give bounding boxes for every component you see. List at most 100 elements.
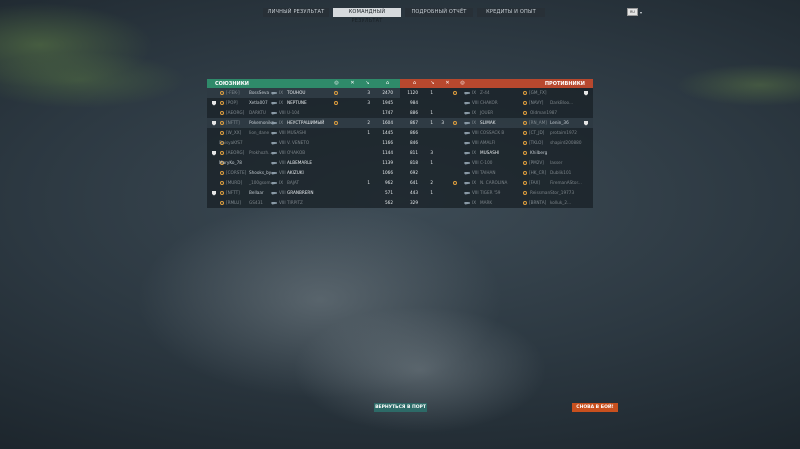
- planes-count: 2: [367, 120, 370, 125]
- flag-icon: RU: [627, 8, 638, 16]
- ship-name: COSSACK B: [480, 130, 505, 135]
- ally-row[interactable]: [NFTT] Bellaar VIII GRANBRERN 571: [207, 188, 400, 198]
- rank-badge-icon: [220, 120, 224, 125]
- enemy-row[interactable]: 811 3 IX MUSASHI Khilberg: [400, 148, 593, 158]
- planes-count: 3: [367, 90, 370, 95]
- ship-name: U-104: [287, 110, 300, 115]
- xp-value: 1144: [382, 150, 393, 155]
- enemy-row[interactable]: 692 VIII TAIHAN [HK_CR] Dublik101: [400, 168, 593, 178]
- achievement-icon: [453, 90, 457, 95]
- ship-class-icon: [271, 91, 277, 95]
- language-selector[interactable]: RU ▾: [627, 8, 642, 16]
- ally-row[interactable]: [CORSTE] Shooks_by VIII AKIZUKI 1066: [207, 168, 400, 178]
- ship-class-icon: [464, 201, 470, 205]
- ship-tier: VIII: [279, 200, 286, 205]
- ship-tier: VIII: [279, 190, 286, 195]
- player-name: DarkBloo...: [550, 100, 574, 105]
- xp-value: 846: [410, 140, 418, 145]
- ship-class-icon: [271, 201, 277, 205]
- tab-credits-xp[interactable]: КРЕДИТЫ И ОПЫТ: [477, 8, 545, 17]
- enemy-row[interactable]: 846 VIII AMALFI [TKLO] shapird200880: [400, 138, 593, 148]
- ship-class-icon: [271, 131, 277, 135]
- xp-value: 866: [410, 130, 418, 135]
- ship-tier: IX: [472, 90, 477, 95]
- enemies-title: ПРОТИВНИКИ: [544, 80, 585, 87]
- xp-value: 443: [410, 190, 418, 195]
- ally-row[interactable]: [AEORG] Prokhozh... VIII ОЧАКОВ 1144: [207, 148, 400, 158]
- rank-badge-icon: [523, 90, 527, 95]
- player-clan: [RMLU]: [226, 200, 241, 205]
- ship-tier: IX: [472, 120, 477, 125]
- tab-team-result[interactable]: КОМАНДНЫЙ РЕЗУЛЬТАТ: [333, 8, 401, 24]
- rank-badge-icon: [523, 180, 527, 185]
- player-clan: [NFTT]: [226, 120, 240, 125]
- ship-tier: IX: [279, 180, 284, 185]
- ally-row[interactable]: DaisyaKfS7 VIII V. VENETO 1166: [207, 138, 400, 148]
- player-name: DARKTU: [249, 110, 266, 115]
- enemy-row[interactable]: 866 VIII COSSACK B [CT_JD] protaim1972: [400, 128, 593, 138]
- ship-name: JOUER: [480, 110, 494, 115]
- enemy-row[interactable]: 818 1 VIII C-100 [PM2V] Iasser: [400, 158, 593, 168]
- medal-icon: [212, 190, 216, 196]
- allies-header: СОЮЗНИКИ: [207, 79, 400, 88]
- player-clan: [NFTT]: [226, 190, 240, 195]
- ship-class-icon: [464, 181, 470, 185]
- enemy-row[interactable]: 1120 1 IX Z-44 [GM_FX]: [400, 88, 593, 98]
- ship-class-icon: [464, 111, 470, 115]
- player-clan: [HK_CR]: [529, 170, 547, 175]
- enemy-row[interactable]: 329 IX MARK [BRNTA] kolluk_2...: [400, 198, 593, 208]
- ally-row[interactable]: [MURD] _100gsom... IX BAJAT 1 962: [207, 178, 400, 188]
- ship-name: MUSASHI: [287, 130, 307, 135]
- medal-icon: [212, 150, 216, 156]
- player-name: BossSeva: [249, 90, 270, 95]
- ship-tier: IX: [279, 100, 284, 105]
- planes-count: 3: [430, 150, 433, 155]
- tab-personal-result[interactable]: ЛИЧНЫЙ РЕЗУЛЬТАТ: [263, 8, 329, 17]
- enemy-row[interactable]: 641 2 IX N. CAROLINA [FAX] FiremanAStor...: [400, 178, 593, 188]
- ship-class-icon: [271, 191, 277, 195]
- return-to-port-button[interactable]: ВЕРНУТЬСЯ В ПОРТ: [374, 403, 427, 412]
- rank-badge-icon: [220, 200, 224, 205]
- achievement-icon: [453, 120, 457, 125]
- ally-row[interactable]: [-FEK-] BossSeva IX TOUHOU 3 2470: [207, 88, 400, 98]
- enemy-row[interactable]: 443 1 VIII TIGER '59 ReissmanStor_19773: [400, 188, 593, 198]
- ally-row[interactable]: MaryKo_78 VIII ALBEMARLE 1139: [207, 158, 400, 168]
- planes-count: 3: [367, 100, 370, 105]
- achievement-icon: [453, 180, 457, 185]
- enemy-row[interactable]: 984 VIII CHAKOR [NAVY] DarkBloo...: [400, 98, 593, 108]
- ship-tier: VIII: [279, 160, 286, 165]
- ally-row[interactable]: [W_XX] lion_dane VIII MUSASHI 1 1445: [207, 128, 400, 138]
- player-name: Pokemonika: [249, 120, 275, 125]
- planes-count: 1: [430, 190, 433, 195]
- ally-row[interactable]: [POP] Xetla007 IX NEPTUNE 3 1945: [207, 98, 400, 108]
- planes-count: 1: [430, 160, 433, 165]
- player-name: MaryKo_78: [219, 160, 242, 165]
- enemy-row[interactable]: 867 1 3 IX SLIMAK [RN_AM] Lenin_36: [400, 118, 593, 128]
- achievement-icon: [334, 100, 338, 105]
- player-clan: [-FEK-]: [226, 90, 240, 95]
- achievement-icon: [334, 90, 338, 95]
- player-name: Prokhozh...: [249, 150, 273, 155]
- rank-badge-icon: [523, 150, 527, 155]
- ally-row[interactable]: [RMLU] GS431 VIII TIRPITZ 562: [207, 198, 400, 208]
- ally-row[interactable]: [AEORG] DARKTU VIII U-104 1747: [207, 108, 400, 118]
- player-clan: [AEORG]: [226, 110, 245, 115]
- player-name: Xetla007: [249, 100, 268, 105]
- enemy-row[interactable]: 886 1 IX JOUER Oldman1987: [400, 108, 593, 118]
- xp-column-icon: ⌂: [385, 80, 390, 86]
- ship-class-icon: [271, 111, 277, 115]
- rank-badge-icon: [220, 90, 224, 95]
- medal-icon: [584, 120, 588, 126]
- ally-row[interactable]: [NFTT] Pokemonika IX НЕУСТРАШИМЫЙ 2 1604: [207, 118, 400, 128]
- player-clan: [PM2V]: [529, 160, 544, 165]
- player-name: kolluk_2...: [550, 200, 571, 205]
- medal-icon: [584, 90, 588, 96]
- xp-value: 562: [385, 200, 393, 205]
- player-clan: [CORSTE]: [226, 170, 247, 175]
- ship-name: MUSASHI: [480, 150, 500, 155]
- ship-name: TAIHAN: [480, 170, 496, 175]
- planes-count: 1: [367, 130, 370, 135]
- tab-detailed-report[interactable]: ПОДРОБНЫЙ ОТЧЁТ: [405, 8, 473, 17]
- rank-badge-icon: [523, 120, 527, 125]
- battle-again-button[interactable]: СНОВА В БОЙ!: [572, 403, 618, 412]
